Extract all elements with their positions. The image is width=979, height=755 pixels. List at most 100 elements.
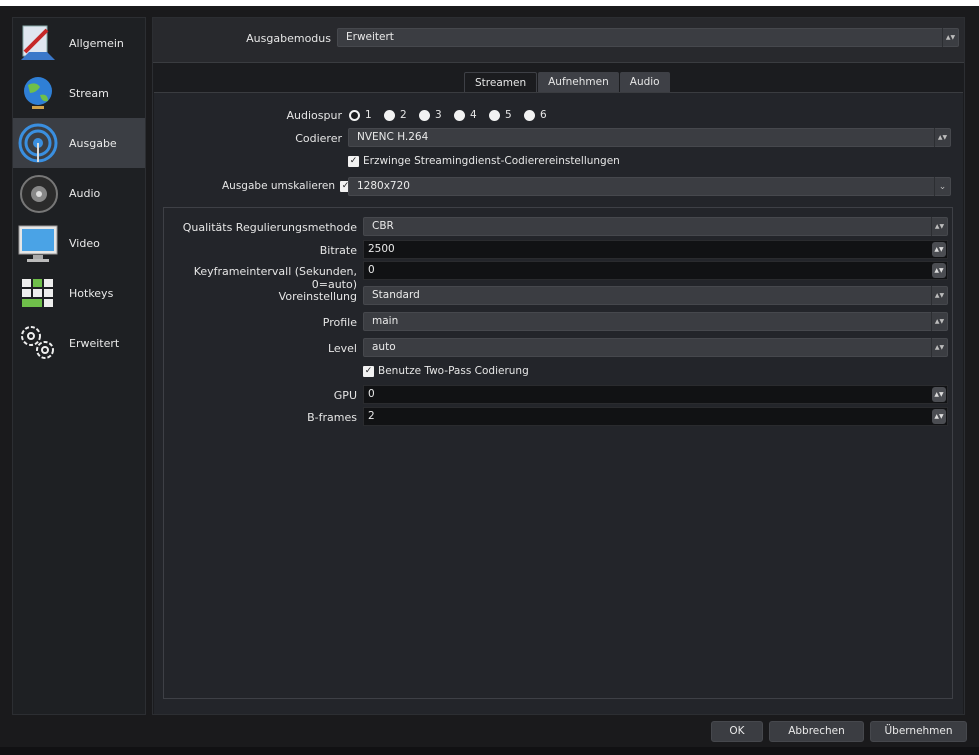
keyframe-value: 0 — [368, 264, 375, 276]
output-mode-label: Ausgabemodus — [246, 32, 331, 45]
sidebar-item-allgemein[interactable]: Allgemein — [13, 18, 145, 68]
gpu-value: 0 — [368, 388, 375, 400]
audio-track-radio-2[interactable]: 2 — [384, 109, 407, 121]
profile-label: Profile — [322, 316, 357, 329]
sidebar-item-label: Hotkeys — [69, 286, 114, 300]
rate-control-label: Qualitäts Regulierungsmethode — [182, 221, 357, 234]
output-mode-select[interactable]: Erweitert ▲▼ — [337, 28, 959, 47]
output-tabs: Streamen Aufnehmen Audio — [464, 72, 671, 92]
audio-track-label: Audiospur — [286, 109, 342, 122]
radio-icon — [524, 109, 535, 121]
bitrate-value: 2500 — [368, 243, 395, 255]
gpu-label: GPU — [333, 389, 357, 402]
speaker-icon — [15, 170, 61, 216]
bitrate-label: Bitrate — [319, 244, 357, 257]
audio-track-radio-4[interactable]: 4 — [454, 109, 477, 121]
spin-arrows-icon[interactable]: ▲▼ — [932, 387, 946, 402]
radio-label: 5 — [505, 109, 512, 121]
two-pass-label: Benutze Two-Pass Codierung — [378, 365, 529, 377]
profile-value: main — [372, 315, 399, 327]
rate-control-select[interactable]: CBR ▲▼ — [363, 217, 948, 236]
level-label: Level — [327, 342, 357, 355]
bframes-input[interactable]: 2 ▲▼ — [363, 407, 948, 426]
radio-icon — [419, 109, 430, 121]
settings-sidebar: Allgemein Stream Ausgabe Audio Video Hot… — [12, 17, 146, 715]
sidebar-item-label: Allgemein — [69, 36, 124, 50]
output-mode-value: Erweitert — [346, 31, 394, 43]
gpu-input[interactable]: 0 ▲▼ — [363, 385, 948, 404]
spin-arrows-icon[interactable]: ▲▼ — [932, 409, 946, 424]
streaming-tab-body: Audiospur 1 2 3 4 5 6 Codierer NVENC H.2… — [154, 92, 963, 714]
sidebar-item-ausgabe[interactable]: Ausgabe — [13, 118, 145, 168]
window-top-edge — [0, 0, 979, 6]
sidebar-item-audio[interactable]: Audio — [13, 168, 145, 218]
ok-button[interactable]: OK — [711, 721, 763, 742]
chevron-updown-icon: ▲▼ — [931, 312, 947, 331]
radio-label: 6 — [540, 109, 547, 121]
radio-label: 3 — [435, 109, 442, 121]
radio-label: 1 — [365, 109, 372, 121]
encoder-value: NVENC H.264 — [357, 131, 429, 143]
sidebar-item-stream[interactable]: Stream — [13, 68, 145, 118]
output-mode-row: Ausgabemodus Erweitert ▲▼ — [153, 18, 964, 63]
radio-icon — [489, 109, 500, 121]
preset-label: Voreinstellung — [278, 290, 357, 303]
level-value: auto — [372, 341, 396, 353]
level-select[interactable]: auto ▲▼ — [363, 338, 948, 357]
radio-label: 4 — [470, 109, 477, 121]
globe-icon — [15, 70, 61, 116]
encoder-select[interactable]: NVENC H.264 ▲▼ — [348, 128, 951, 147]
audio-track-radio-6[interactable]: 6 — [524, 109, 547, 121]
checkmark-icon: ✓ — [348, 155, 359, 167]
bframes-value: 2 — [368, 410, 375, 422]
audio-track-radio-1[interactable]: 1 — [349, 109, 372, 121]
rescale-resolution-value: 1280x720 — [357, 180, 410, 192]
rescale-resolution-select[interactable]: 1280x720 ⌄ — [348, 177, 951, 196]
radio-selected-icon — [349, 109, 360, 121]
bitrate-input[interactable]: 2500 ▲▼ — [363, 240, 948, 259]
chevron-updown-icon: ▲▼ — [942, 28, 958, 47]
chevron-updown-icon: ▲▼ — [931, 338, 947, 357]
chevron-updown-icon: ▲▼ — [931, 217, 947, 236]
radio-icon — [454, 109, 465, 121]
enforce-settings-checkbox[interactable]: ✓ Erzwinge Streamingdienst-Codierereinst… — [348, 155, 620, 167]
audio-track-radio-5[interactable]: 5 — [489, 109, 512, 121]
sidebar-item-label: Stream — [69, 86, 109, 100]
preset-value: Standard — [372, 289, 420, 301]
chevron-updown-icon: ▲▼ — [931, 286, 947, 305]
rate-control-value: CBR — [372, 220, 394, 232]
general-icon — [15, 20, 61, 66]
settings-panel: Ausgabemodus Erweitert ▲▼ Streamen Aufne… — [152, 17, 965, 715]
keyframe-label: Keyframeintervall (Sekunden, 0=auto) — [193, 265, 357, 291]
audio-track-radio-3[interactable]: 3 — [419, 109, 442, 121]
output-icon — [15, 120, 61, 166]
sidebar-item-hotkeys[interactable]: Hotkeys — [13, 268, 145, 318]
spin-arrows-icon[interactable]: ▲▼ — [932, 242, 946, 257]
window-bottom-edge — [0, 747, 979, 755]
rescale-checkbox[interactable]: Ausgabe umskalieren ✓ — [222, 180, 355, 192]
chevron-updown-icon: ▲▼ — [934, 128, 950, 147]
spin-arrows-icon[interactable]: ▲▼ — [932, 263, 946, 278]
apply-button[interactable]: Übernehmen — [870, 721, 967, 742]
rescale-label: Ausgabe umskalieren — [222, 180, 336, 192]
sidebar-item-label: Ausgabe — [69, 136, 117, 150]
two-pass-checkbox[interactable]: ✓ Benutze Two-Pass Codierung — [363, 365, 529, 377]
chevron-down-icon: ⌄ — [934, 177, 950, 196]
bframes-label: B-frames — [307, 411, 357, 424]
preset-select[interactable]: Standard ▲▼ — [363, 286, 948, 305]
radio-label: 2 — [400, 109, 407, 121]
tab-audio[interactable]: Audio — [619, 72, 670, 92]
keyboard-icon — [15, 270, 61, 316]
monitor-icon — [15, 220, 61, 266]
tab-streamen[interactable]: Streamen — [464, 72, 538, 92]
sidebar-item-label: Video — [69, 236, 100, 250]
cancel-button[interactable]: Abbrechen — [769, 721, 864, 742]
encoder-settings-group: Qualitäts Regulierungsmethode CBR ▲▼ Bit… — [163, 207, 953, 699]
sidebar-item-video[interactable]: Video — [13, 218, 145, 268]
keyframe-input[interactable]: 0 ▲▼ — [363, 261, 948, 280]
encoder-label: Codierer — [295, 132, 342, 145]
profile-select[interactable]: main ▲▼ — [363, 312, 948, 331]
tab-aufnehmen[interactable]: Aufnehmen — [538, 72, 619, 92]
sidebar-item-erweitert[interactable]: Erweitert — [13, 318, 145, 368]
sidebar-item-label: Audio — [69, 186, 101, 200]
